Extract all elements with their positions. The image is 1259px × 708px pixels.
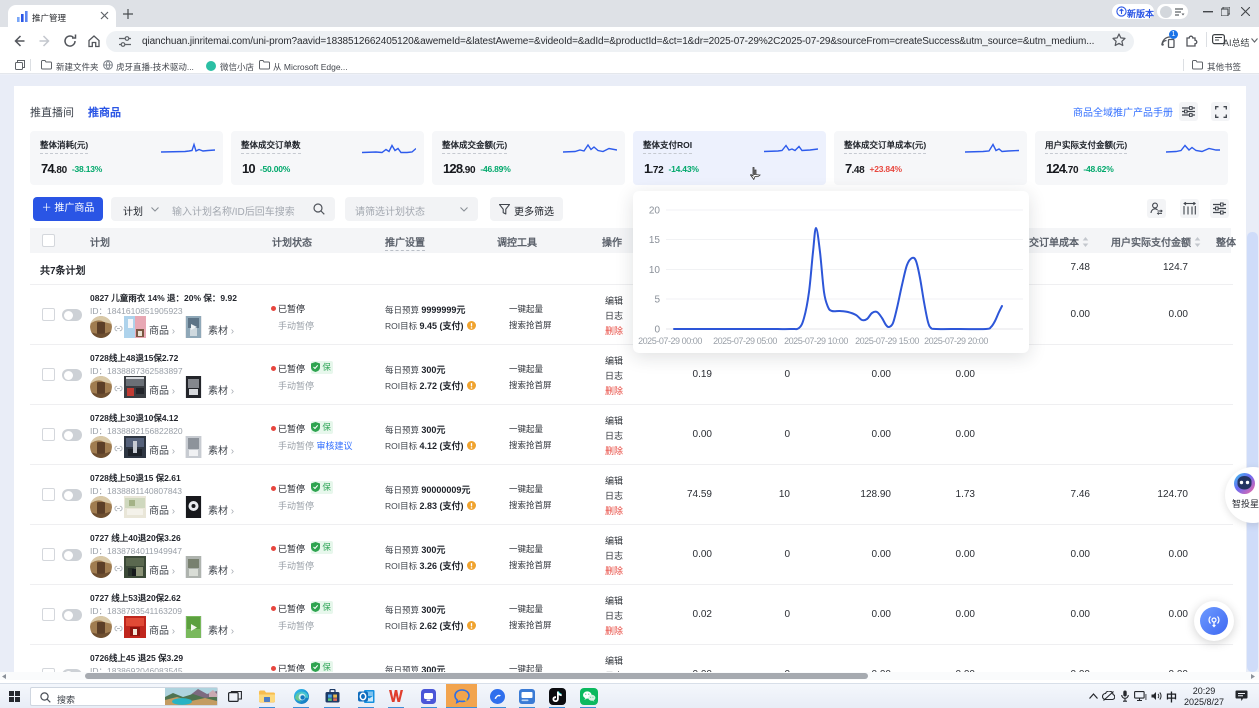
svg-text:5: 5	[654, 295, 660, 306]
svg-text:20: 20	[649, 206, 661, 217]
svg-text:15: 15	[649, 235, 661, 246]
svg-text:2025-07-29 15:00: 2025-07-29 15:00	[855, 336, 919, 346]
svg-text:0: 0	[654, 325, 660, 336]
svg-text:10: 10	[649, 265, 661, 276]
svg-text:2025-07-29 10:00: 2025-07-29 10:00	[784, 336, 848, 346]
svg-text:2025-07-29 05:00: 2025-07-29 05:00	[713, 336, 777, 346]
svg-text:2025-07-29 20:00: 2025-07-29 20:00	[924, 336, 988, 346]
svg-text:2025-07-29 00:00: 2025-07-29 00:00	[638, 336, 702, 346]
